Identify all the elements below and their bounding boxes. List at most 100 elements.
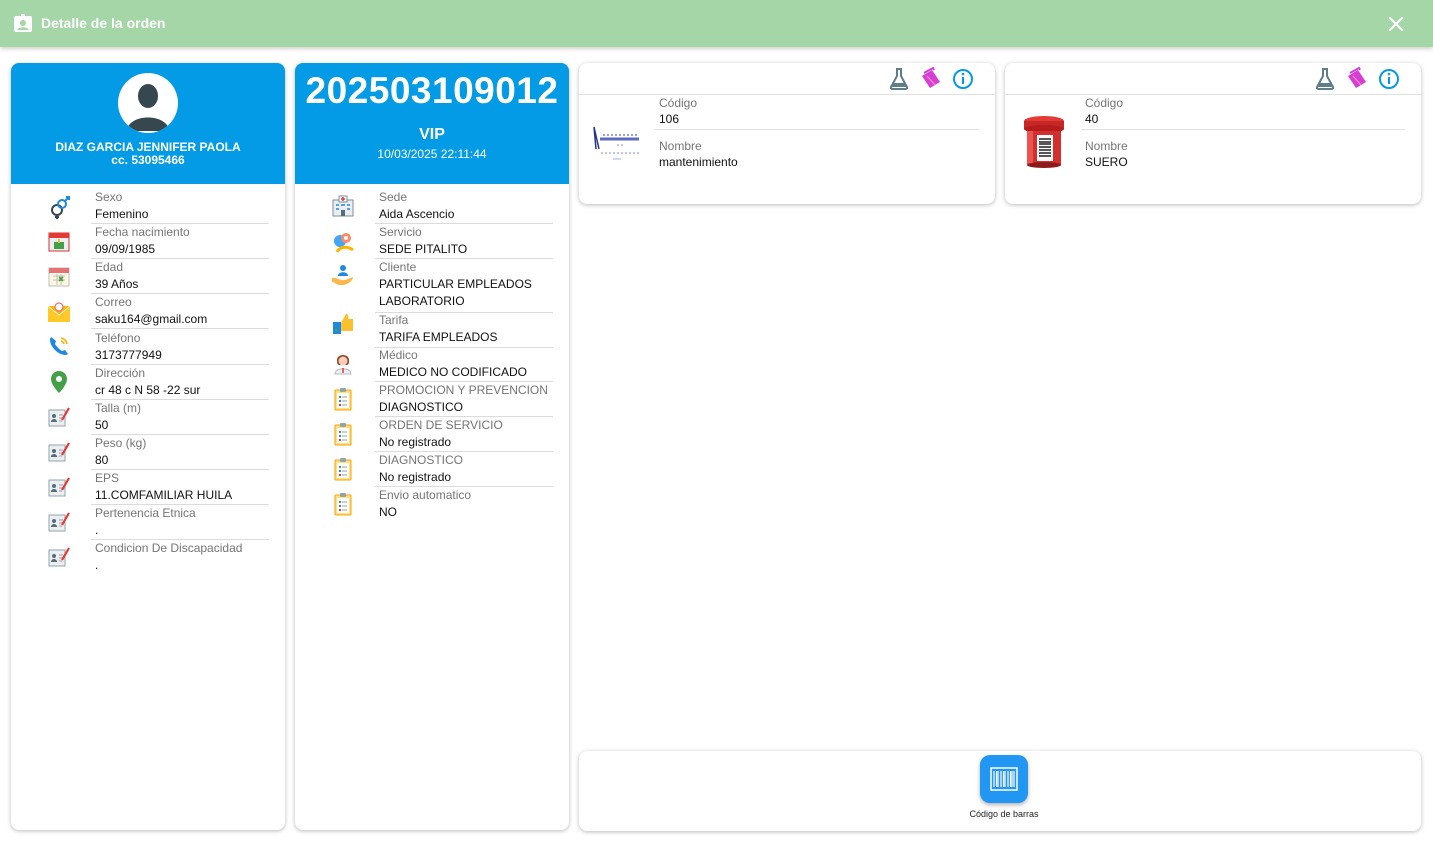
- field-label: Tarifa: [379, 313, 409, 327]
- field-label: Servicio: [379, 225, 422, 239]
- divider: [91, 293, 269, 294]
- test-card: Código 106 Nombre mantenimiento: [579, 63, 995, 204]
- tariff-icon: [333, 314, 353, 334]
- field-value: No registrado: [379, 435, 452, 449]
- order-priority: VIP: [419, 126, 445, 143]
- test-card: Código 40 Nombre SUERO: [1005, 63, 1421, 204]
- field-label: Edad: [95, 260, 124, 274]
- patient-document: cc. 53095466: [111, 153, 185, 167]
- field-value: No registrado: [379, 470, 452, 484]
- barcode-button[interactable]: [980, 755, 1028, 803]
- field-label: PROMOCION Y PREVENCION: [379, 383, 548, 397]
- divider: [655, 129, 979, 130]
- contact-badge-icon: [14, 14, 32, 32]
- test-actions: [887, 66, 975, 91]
- dialog-title: Detalle de la orden: [41, 15, 166, 31]
- field-value: 80: [95, 453, 109, 467]
- divider: [91, 434, 269, 435]
- field-label: Dirección: [95, 366, 146, 380]
- field-label: Envio automatico: [379, 488, 472, 502]
- field-label: Fecha nacimiento: [95, 225, 190, 239]
- test-name: SUERO: [1085, 155, 1128, 169]
- field-label: Talla (m): [95, 401, 142, 415]
- field-value: Aida Ascencio: [379, 207, 455, 221]
- divider: [91, 469, 269, 470]
- divider: [1081, 129, 1405, 130]
- field-value: saku164@gmail.com: [95, 312, 208, 326]
- tag-icon[interactable]: [919, 66, 943, 91]
- clipboard-icon: [334, 458, 352, 481]
- barcode-label: Código de barras: [969, 809, 1039, 819]
- field-label: Pertenencia Etnica: [95, 506, 196, 520]
- clipboard-icon: [334, 493, 352, 516]
- divider: [375, 486, 553, 487]
- record-card-icon: [48, 407, 70, 427]
- hospital-icon: [332, 195, 354, 217]
- patient-header: DIAZ GARCIA JENNIFER PAOLA cc. 53095466: [11, 63, 285, 184]
- field-value: .: [95, 558, 99, 572]
- doctor-icon: [334, 355, 352, 375]
- record-card-icon: [48, 547, 70, 567]
- tag-icon[interactable]: [1345, 66, 1369, 91]
- order-datetime: 10/03/2025 22:11:44: [377, 147, 487, 161]
- divider: [375, 416, 553, 417]
- calendar-birthday-icon: [48, 232, 70, 252]
- record-card-icon: [48, 477, 70, 497]
- field-value: 50: [95, 418, 109, 432]
- field-value: PARTICULAR EMPLEADOS LABORATORIO: [379, 277, 532, 308]
- record-card-icon: [48, 512, 70, 532]
- divider: [579, 94, 995, 95]
- divider: [91, 539, 269, 540]
- order-number: 202503109012: [305, 70, 559, 111]
- code-label: Código: [659, 96, 698, 110]
- divider: [91, 328, 269, 329]
- divider: [375, 451, 553, 452]
- code-label: Código: [1085, 96, 1124, 110]
- barcode-icon: [990, 767, 1018, 791]
- info-icon[interactable]: [1377, 67, 1401, 91]
- field-value: 3173777949: [95, 348, 162, 362]
- divider: [375, 381, 553, 382]
- divider: [375, 258, 553, 259]
- gender-icon: [51, 196, 70, 219]
- field-value: 09/09/1985: [95, 242, 156, 256]
- phone-icon: [50, 337, 68, 355]
- close-icon[interactable]: [1386, 14, 1406, 34]
- divider: [1005, 94, 1421, 95]
- test-name: mantenimiento: [659, 155, 738, 169]
- field-value: DIAGNOSTICO: [379, 400, 464, 414]
- name-label: Nombre: [659, 139, 702, 153]
- field-label: Correo: [95, 295, 132, 309]
- flask-icon[interactable]: [887, 67, 911, 91]
- divider: [91, 258, 269, 259]
- clipboard-icon: [334, 388, 352, 411]
- user-avatar-icon: [127, 84, 169, 131]
- dialog-header: Detalle de la orden: [0, 0, 1433, 47]
- test-code: 40: [1085, 112, 1099, 126]
- field-label: Condicion De Discapacidad: [95, 541, 243, 555]
- service-icon: [334, 233, 354, 253]
- field-label: ORDEN DE SERVICIO: [379, 418, 503, 432]
- field-value: TARIFA EMPLEADOS: [379, 330, 498, 344]
- field-value: .: [95, 523, 99, 537]
- test-code: 106: [659, 112, 680, 126]
- info-icon[interactable]: [951, 67, 975, 91]
- calendar-icon: [48, 267, 70, 287]
- patient-card: DIAZ GARCIA JENNIFER PAOLA cc. 53095466 …: [11, 63, 285, 830]
- field-value: MEDICO NO CODIFICADO: [379, 365, 528, 379]
- divider: [91, 399, 269, 400]
- location-icon: [51, 371, 67, 393]
- field-value: Femenino: [95, 207, 149, 221]
- flask-icon[interactable]: [1313, 67, 1337, 91]
- field-label: DIAGNOSTICO: [379, 453, 464, 467]
- maintenance-logo-icon: [593, 126, 639, 160]
- field-label: EPS: [95, 471, 120, 485]
- field-value: NO: [379, 505, 397, 519]
- client-icon: [332, 265, 353, 286]
- field-label: Cliente: [379, 260, 417, 274]
- order-card: 202503109012 VIP 10/03/2025 22:11:44 Sed…: [295, 63, 569, 830]
- order-header: 202503109012 VIP 10/03/2025 22:11:44: [295, 63, 569, 184]
- field-label: Sede: [379, 190, 408, 204]
- field-value: cr 48 c N 58 -22 sur: [95, 383, 201, 397]
- field-label: Sexo: [95, 190, 123, 204]
